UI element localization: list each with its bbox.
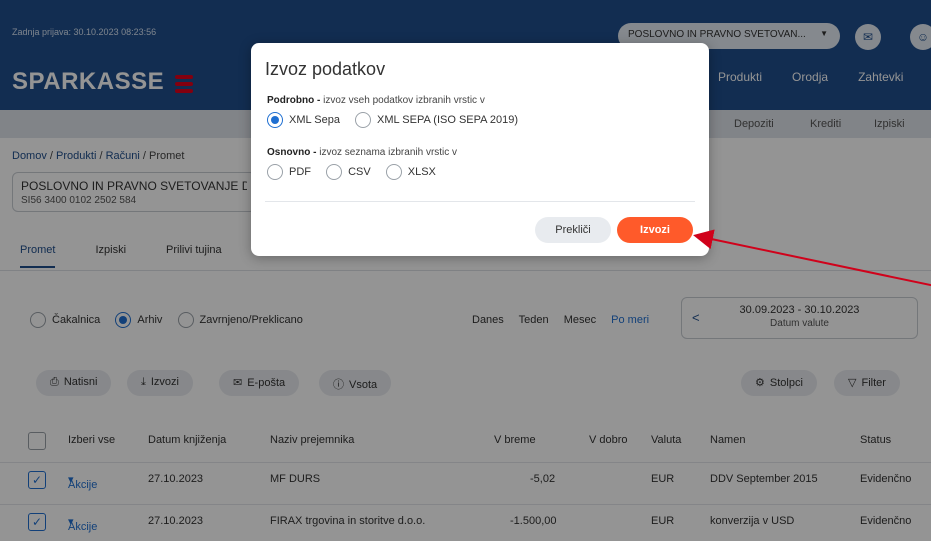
annotation-arrow-icon: [693, 229, 931, 287]
